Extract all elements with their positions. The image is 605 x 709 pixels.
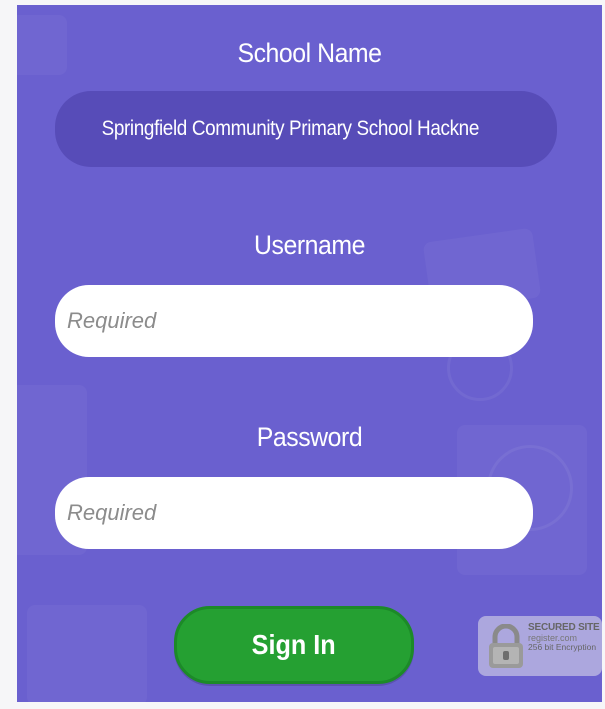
secured-site-seal[interactable]: SECURED SITE register.com 256 bit Encryp… [478, 616, 602, 676]
seal-title: SECURED SITE [528, 622, 600, 633]
login-panel: School Name Springfield Community Primar… [17, 5, 602, 702]
school-name-value: Springfield Community Primary School Hac… [101, 117, 480, 140]
seal-encryption: 256 bit Encryption [528, 641, 597, 652]
sign-in-label: Sign In [251, 629, 336, 660]
password-input[interactable] [55, 477, 533, 549]
school-name-display[interactable]: Springfield Community Primary School Hac… [55, 91, 557, 167]
school-name-label: School Name [237, 38, 382, 68]
background-decoration [27, 605, 147, 702]
sign-in-button[interactable]: Sign In [174, 606, 414, 684]
username-label: Username [254, 230, 365, 260]
username-input[interactable] [55, 285, 533, 357]
password-label: Password [256, 422, 363, 452]
padlock-icon [489, 624, 523, 668]
